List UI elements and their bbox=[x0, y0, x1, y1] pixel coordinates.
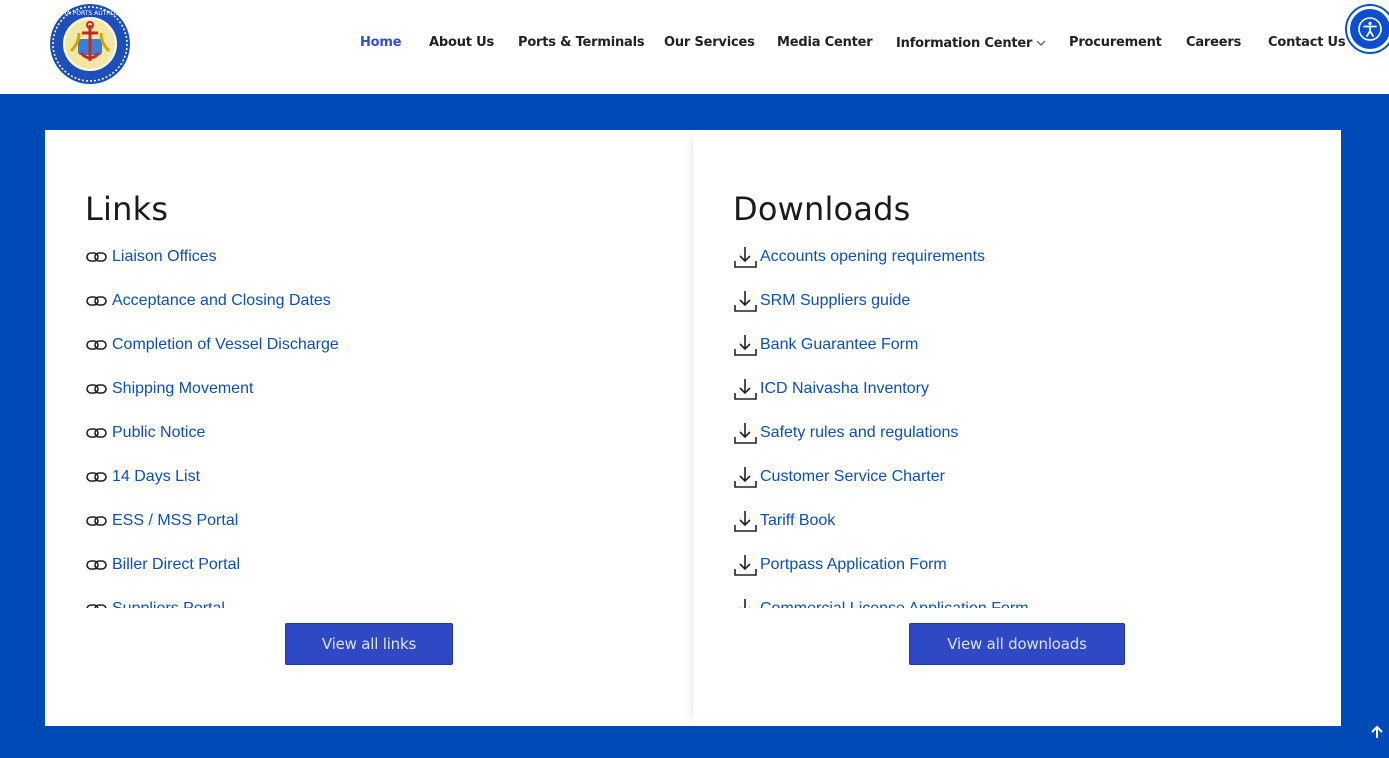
list-item[interactable]: ICD Naivasha Inventory bbox=[733, 378, 1313, 422]
downloads-panel: Downloads Accounts opening requirements … bbox=[693, 130, 1341, 726]
download-label: Bank Guarantee Form bbox=[760, 336, 919, 353]
link-label: Suppliers Portal bbox=[112, 598, 225, 608]
download-icon bbox=[733, 332, 760, 356]
list-item[interactable]: Safety rules and regulations bbox=[733, 422, 1313, 466]
list-item[interactable]: Biller Direct Portal bbox=[85, 554, 665, 598]
list-item[interactable]: 14 Days List bbox=[85, 466, 665, 510]
nav-procurement[interactable]: Procurement bbox=[1069, 35, 1162, 53]
link-icon bbox=[85, 467, 112, 489]
download-icon bbox=[733, 246, 760, 268]
downloads-title: Downloads bbox=[733, 190, 911, 228]
download-label: Portpass Application Form bbox=[760, 556, 947, 573]
view-all-downloads-button[interactable]: View all downloads bbox=[909, 623, 1125, 665]
list-item[interactable]: Bank Guarantee Form bbox=[733, 334, 1313, 378]
links-title: Links bbox=[85, 190, 169, 228]
site-header: KENYA PORTS AUTHORITY Home About Us Port… bbox=[0, 0, 1389, 94]
nav-information-center[interactable]: Information Center bbox=[896, 35, 1046, 53]
accessibility-icon[interactable] bbox=[1347, 6, 1389, 52]
nav-information-center-label: Information Center bbox=[896, 36, 1033, 51]
link-label: ESS / MSS Portal bbox=[112, 512, 239, 529]
link-icon bbox=[85, 555, 112, 577]
view-all-links-button[interactable]: View all links bbox=[285, 623, 453, 665]
list-item[interactable]: Suppliers Portal bbox=[85, 598, 665, 608]
list-item[interactable]: ESS / MSS Portal bbox=[85, 510, 665, 554]
link-icon bbox=[85, 335, 112, 357]
list-item[interactable]: Tariff Book bbox=[733, 510, 1313, 554]
link-label: 14 Days List bbox=[112, 468, 201, 485]
downloads-list: Accounts opening requirements SRM Suppli… bbox=[733, 246, 1313, 608]
link-label: Shipping Movement bbox=[112, 380, 254, 397]
list-item[interactable]: Customer Service Charter bbox=[733, 466, 1313, 510]
link-icon bbox=[85, 423, 112, 445]
nav-media-center[interactable]: Media Center bbox=[777, 35, 873, 53]
link-icon bbox=[85, 379, 112, 401]
list-item[interactable]: Commercial License Application Form bbox=[733, 598, 1313, 608]
link-icon bbox=[85, 291, 112, 313]
link-icon bbox=[85, 599, 112, 608]
link-label: Liaison Offices bbox=[112, 248, 217, 265]
list-item[interactable]: Accounts opening requirements bbox=[733, 246, 1313, 290]
main-nav: Home About Us Ports & Terminals Our Serv… bbox=[0, 0, 1389, 88]
link-label: Completion of Vessel Discharge bbox=[112, 336, 339, 353]
list-item[interactable]: Acceptance and Closing Dates bbox=[85, 290, 665, 334]
download-label: ICD Naivasha Inventory bbox=[760, 380, 929, 397]
download-label: Commercial License Application Form bbox=[760, 598, 1029, 608]
links-panel: Links Liaison Offices Acceptance and Clo… bbox=[45, 130, 693, 726]
download-label: Accounts opening requirements bbox=[760, 248, 986, 265]
link-label: Biller Direct Portal bbox=[112, 556, 241, 573]
nav-our-services[interactable]: Our Services bbox=[664, 35, 755, 53]
download-icon bbox=[733, 552, 760, 576]
nav-contact-us[interactable]: Contact Us bbox=[1268, 35, 1346, 53]
download-icon bbox=[733, 508, 760, 532]
nav-home[interactable]: Home bbox=[360, 35, 402, 53]
nav-careers[interactable]: Careers bbox=[1186, 35, 1241, 53]
arrow-up-icon[interactable] bbox=[1367, 722, 1387, 742]
link-label: Public Notice bbox=[112, 424, 206, 441]
list-item[interactable]: Liaison Offices bbox=[85, 246, 665, 290]
download-label: Tariff Book bbox=[760, 512, 836, 529]
chevron-down-icon bbox=[1036, 35, 1046, 50]
download-icon bbox=[733, 596, 760, 608]
download-label: SRM Suppliers guide bbox=[760, 292, 911, 309]
download-label: Safety rules and regulations bbox=[760, 424, 959, 441]
link-icon bbox=[85, 247, 112, 269]
list-item[interactable]: Shipping Movement bbox=[85, 378, 665, 422]
download-label: Customer Service Charter bbox=[760, 468, 945, 485]
list-item[interactable]: Completion of Vessel Discharge bbox=[85, 334, 665, 378]
list-item[interactable]: Portpass Application Form bbox=[733, 554, 1313, 598]
download-icon bbox=[733, 288, 760, 312]
nav-ports-terminals[interactable]: Ports & Terminals bbox=[518, 35, 645, 53]
list-item[interactable]: Public Notice bbox=[85, 422, 665, 466]
nav-about-us[interactable]: About Us bbox=[429, 35, 494, 53]
link-icon bbox=[85, 511, 112, 533]
list-item[interactable]: SRM Suppliers guide bbox=[733, 290, 1313, 334]
download-icon bbox=[733, 420, 760, 444]
download-icon bbox=[733, 376, 760, 400]
link-label: Acceptance and Closing Dates bbox=[112, 292, 331, 309]
download-icon bbox=[733, 464, 760, 488]
links-list: Liaison Offices Acceptance and Closing D… bbox=[85, 246, 665, 608]
